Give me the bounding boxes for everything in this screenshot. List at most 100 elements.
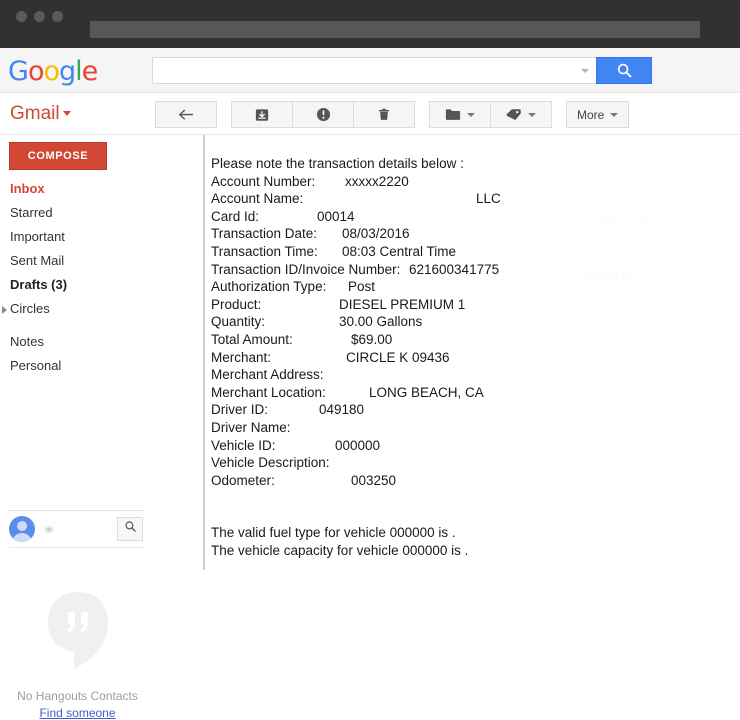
email-row: Vehicle ID: 000000 (211, 437, 731, 455)
gmail-brand-label: Gmail (10, 103, 60, 124)
sidebar-nav-list: Inbox Starred Important Sent Mail Drafts… (0, 177, 155, 378)
move-to-button[interactable] (429, 101, 491, 128)
row-label: Quantity: (211, 314, 266, 330)
search-input-container (152, 57, 596, 84)
sidebar-item-drafts[interactable]: Drafts (3) (0, 273, 155, 297)
sidebar-item-inbox[interactable]: Inbox (0, 177, 155, 201)
email-row: Account Name: LLC (211, 190, 731, 208)
email-row: Merchant: CIRCLE K 09436 (211, 349, 731, 367)
find-someone-link[interactable]: Find someone (0, 706, 155, 720)
row-label: Transaction Date: (211, 226, 318, 242)
label-tag-icon (506, 108, 522, 122)
row-value: 08:03 Central Time (342, 243, 457, 259)
chevron-down-icon (45, 527, 53, 532)
chevron-down-icon (610, 112, 619, 117)
more-button-label: More (577, 107, 605, 122)
row-value: 08/03/2016 (342, 226, 410, 242)
sidebar-item-starred[interactable]: Starred (0, 201, 155, 225)
email-row: Transaction Date: 08/03/2016 (211, 225, 731, 243)
sidebar-item-personal[interactable]: Personal (0, 354, 155, 378)
more-button[interactable]: More (566, 101, 630, 128)
address-bar[interactable] (90, 21, 700, 38)
toolbar-group-organize (429, 101, 552, 128)
email-row: Authorization Type: Post (211, 278, 731, 296)
row-label: Merchant Address: (211, 367, 324, 383)
sidebar-item-sent-mail[interactable]: Sent Mail (0, 249, 155, 273)
row-label: Merchant: (211, 349, 272, 365)
close-window-button[interactable] (16, 11, 27, 22)
email-row: Driver ID: 049180 (211, 401, 731, 419)
email-row: Total Amount: $69.00 (211, 331, 731, 349)
exclamation-circle-icon (316, 107, 331, 122)
sidebar-item-notes[interactable]: Notes (0, 330, 155, 354)
email-blank-line (211, 489, 731, 507)
email-content-pane: No. 72 8506789 Please note the transacti… (155, 135, 740, 598)
hangouts-bubble-icon (0, 590, 155, 677)
sidebar-item-circles[interactable]: Circles (0, 297, 155, 321)
row-value: LONG BEACH, CA (369, 384, 484, 400)
email-intro-label: Please note the transaction details belo… (211, 156, 464, 171)
row-label: Driver ID: (211, 402, 268, 418)
sidebar-item-label: Sent Mail (10, 253, 65, 268)
row-label: Driver Name: (211, 419, 291, 435)
google-header: Google (0, 48, 740, 93)
toolbar-button-groups: More (155, 101, 643, 128)
gmail-brand-dropdown[interactable]: Gmail (10, 103, 71, 125)
compose-button[interactable]: COMPOSE (9, 142, 107, 170)
toolbar-group-actions (231, 101, 415, 128)
avatar[interactable] (9, 516, 35, 542)
sidebar-item-label: Personal (10, 358, 62, 373)
row-label: Total Amount: (211, 331, 293, 347)
search-bar (152, 57, 652, 84)
search-input[interactable] (153, 58, 596, 83)
labels-button[interactable] (490, 101, 552, 128)
email-intro-line: Please note the transaction details belo… (211, 155, 731, 173)
row-label: Odometer: (211, 472, 275, 488)
footer-text: The vehicle capacity for vehicle 000000 … (211, 543, 469, 559)
expand-triangle-icon[interactable] (2, 306, 7, 314)
row-value: 003250 (351, 472, 397, 488)
row-value: 000000 (335, 437, 381, 453)
email-row: Quantity: 30.00 Gallons (211, 313, 731, 331)
sidebar-item-label: Circles (10, 301, 50, 316)
report-spam-button[interactable] (292, 101, 354, 128)
back-arrow-icon (178, 108, 195, 122)
hangouts-empty-state: No Hangouts Contacts Find someone (0, 590, 155, 720)
row-value: CIRCLE K 09436 (346, 349, 450, 365)
sidebar: COMPOSE Inbox Starred Important Sent Mai… (0, 135, 155, 720)
folder-icon (445, 108, 461, 121)
search-button[interactable] (596, 57, 652, 84)
hangouts-account-name[interactable] (41, 522, 117, 536)
chevron-down-icon (62, 111, 71, 117)
email-body-text: Please note the transaction details belo… (211, 155, 731, 560)
hangouts-search-button[interactable] (117, 517, 143, 541)
email-row: Merchant Address: (211, 366, 731, 384)
row-label: Merchant Location: (211, 384, 326, 400)
maximize-window-button[interactable] (52, 11, 63, 22)
row-value: 00014 (317, 208, 355, 224)
sidebar-item-label: Drafts (3) (10, 277, 68, 292)
email-row: Product: DIESEL PREMIUM 1 (211, 296, 731, 314)
row-value: 621600341775 (409, 261, 500, 277)
email-row: Driver Name: (211, 419, 731, 437)
chevron-down-icon (467, 112, 475, 117)
row-label: Vehicle ID: (211, 437, 276, 453)
google-logo[interactable]: Google (8, 56, 98, 87)
browser-title-bar (0, 0, 740, 48)
footer-text: The valid fuel type for vehicle 000000 i… (211, 525, 456, 541)
row-label: Card Id: (211, 208, 260, 224)
row-label: Account Number: (211, 173, 316, 189)
email-footer-line: The vehicle capacity for vehicle 000000 … (211, 542, 731, 560)
email-footer-line: The valid fuel type for vehicle 000000 i… (211, 524, 731, 542)
hangouts-divider (9, 510, 145, 511)
hangouts-empty-label: No Hangouts Contacts (17, 689, 138, 703)
back-button[interactable] (155, 101, 217, 128)
sidebar-item-important[interactable]: Important (0, 225, 155, 249)
hangouts-divider-lower (9, 547, 145, 548)
minimize-window-button[interactable] (34, 11, 45, 22)
row-value: $69.00 (351, 331, 393, 347)
delete-button[interactable] (353, 101, 415, 128)
email-row: Transaction Time: 08:03 Central Time (211, 243, 731, 261)
chevron-down-icon[interactable] (581, 69, 589, 73)
archive-button[interactable] (231, 101, 293, 128)
